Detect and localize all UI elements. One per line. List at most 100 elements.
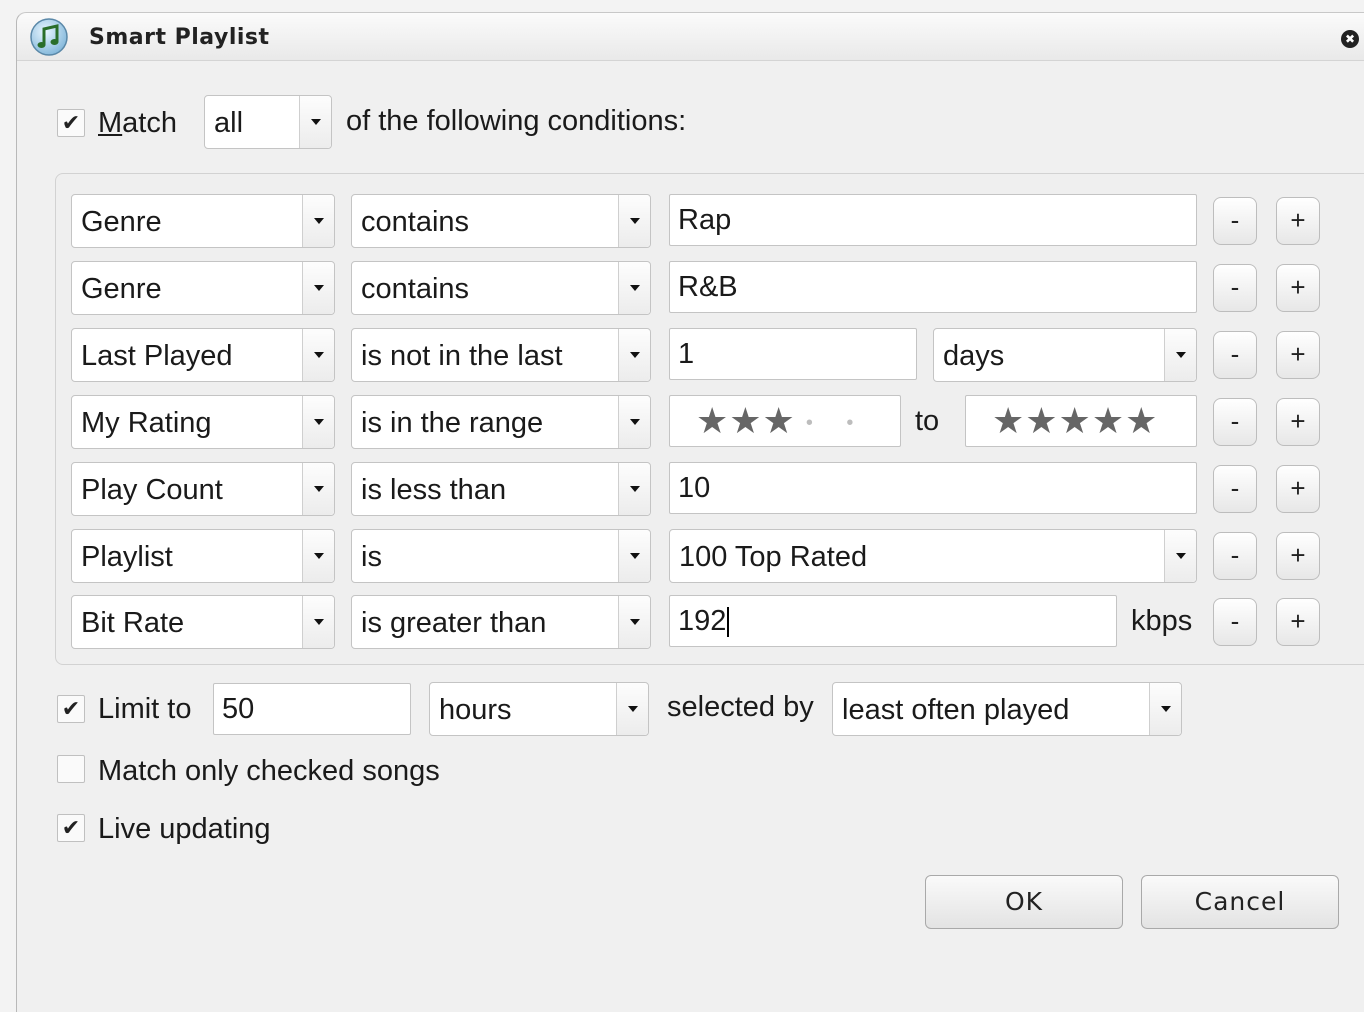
rule-unit-select[interactable]: days (933, 328, 1197, 382)
chevron-down-icon[interactable] (302, 195, 334, 247)
ok-button[interactable]: OK (925, 875, 1123, 929)
selected-by-select[interactable]: least often played (832, 682, 1182, 736)
chevron-down-icon[interactable] (618, 596, 650, 648)
rating-to-stars: ★★★★★ (992, 400, 1159, 441)
chevron-down-icon[interactable] (1149, 683, 1181, 735)
window-title: Smart Playlist (89, 25, 270, 50)
match-suffix-label: of the following conditions: (346, 105, 687, 137)
itunes-app-icon (30, 18, 68, 56)
chevron-down-icon[interactable] (1164, 530, 1196, 582)
rating-to-input[interactable]: ★★★★★ (965, 395, 1197, 447)
rule-playlist-select[interactable]: 100 Top Rated (669, 529, 1197, 583)
remove-rule-button[interactable]: - (1213, 398, 1257, 446)
rule-value-input[interactable]: 1 (669, 328, 917, 380)
rule-operator-select[interactable]: contains (351, 194, 651, 248)
limit-unit-select[interactable]: hours (429, 682, 649, 736)
rule-field-select[interactable]: My Rating (71, 395, 335, 449)
match-label-accesskey: M (98, 107, 123, 139)
rule-operator-value: is greater than (361, 607, 547, 639)
chevron-down-icon[interactable] (302, 596, 334, 648)
rating-from-input[interactable]: ★★★ • • (669, 395, 901, 447)
live-updating-checkbox[interactable]: ✔ (57, 814, 85, 842)
rule-value-text: R&B (678, 271, 738, 303)
rule-operator-select[interactable]: is not in the last (351, 328, 651, 382)
remove-rule-button[interactable]: - (1213, 264, 1257, 312)
add-rule-button[interactable]: + (1276, 398, 1320, 446)
rule-operator-select[interactable]: is greater than (351, 595, 651, 649)
chevron-down-icon[interactable] (302, 396, 334, 448)
rule-operator-value: is less than (361, 474, 507, 506)
title-bar: Smart Playlist ✖ (17, 13, 1364, 61)
limit-label: Limit to (98, 693, 192, 725)
rule-operator-select[interactable]: is (351, 529, 651, 583)
add-rule-button[interactable]: + (1276, 331, 1320, 379)
rule-playlist-value: 100 Top Rated (679, 541, 868, 573)
add-rule-button[interactable]: + (1276, 197, 1320, 245)
chevron-down-icon[interactable] (618, 396, 650, 448)
rule-operator-value: is not in the last (361, 340, 563, 372)
rule-field-select[interactable]: Genre (71, 194, 335, 248)
add-rule-button[interactable]: + (1276, 264, 1320, 312)
limit-value-input[interactable]: 50 (213, 683, 411, 735)
chevron-down-icon[interactable] (618, 195, 650, 247)
range-to-label: to (915, 405, 940, 437)
limit-checkbox[interactable]: ✔ (57, 695, 85, 723)
chevron-down-icon[interactable] (616, 683, 648, 735)
rule-field-select[interactable]: Genre (71, 261, 335, 315)
add-rule-button[interactable]: + (1276, 532, 1320, 580)
limit-value-text: 50 (222, 693, 255, 725)
match-checkbox[interactable]: ✔ (57, 109, 85, 137)
rule-field-value: My Rating (81, 407, 212, 439)
kbps-unit-label: kbps (1131, 605, 1193, 637)
chevron-down-icon[interactable] (618, 530, 650, 582)
rule-field-value: Genre (81, 273, 162, 305)
rule-operator-select[interactable]: contains (351, 261, 651, 315)
rule-value-input[interactable]: R&B (669, 261, 1197, 313)
chevron-down-icon[interactable] (302, 329, 334, 381)
rule-operator-value: is (361, 541, 382, 573)
rule-field-select[interactable]: Playlist (71, 529, 335, 583)
rule-field-value: Last Played (81, 340, 233, 372)
close-icon[interactable]: ✖ (1341, 30, 1359, 48)
remove-rule-button[interactable]: - (1213, 331, 1257, 379)
rule-field-value: Play Count (81, 474, 223, 506)
match-label: Match (98, 107, 177, 140)
chevron-down-icon[interactable] (302, 530, 334, 582)
match-mode-select[interactable]: all (204, 95, 332, 149)
rule-value-text: 192 (678, 596, 730, 646)
rule-field-select[interactable]: Bit Rate (71, 595, 335, 649)
rule-operator-value: is in the range (361, 407, 544, 439)
chevron-down-icon[interactable] (299, 96, 331, 148)
rule-value-text: 10 (678, 472, 711, 504)
remove-rule-button[interactable]: - (1213, 465, 1257, 513)
chevron-down-icon[interactable] (618, 262, 650, 314)
chevron-down-icon[interactable] (302, 463, 334, 515)
cancel-button[interactable]: Cancel (1141, 875, 1339, 929)
rule-field-select[interactable]: Play Count (71, 462, 335, 516)
rule-value-input[interactable]: 10 (669, 462, 1197, 514)
chevron-down-icon[interactable] (618, 329, 650, 381)
limit-unit-value: hours (439, 694, 512, 726)
rule-value-input[interactable]: 192 (669, 595, 1117, 647)
rule-operator-select[interactable]: is less than (351, 462, 651, 516)
match-checked-songs-label: Match only checked songs (98, 755, 440, 787)
remove-rule-button[interactable]: - (1213, 598, 1257, 646)
add-rule-button[interactable]: + (1276, 465, 1320, 513)
rule-value-text: Rap (678, 204, 732, 236)
rule-operator-select[interactable]: is in the range (351, 395, 651, 449)
match-checked-songs-checkbox[interactable] (57, 755, 85, 783)
chevron-down-icon[interactable] (302, 262, 334, 314)
add-rule-button[interactable]: + (1276, 598, 1320, 646)
star-icon: ★★★ (696, 400, 796, 441)
rule-value-input[interactable]: Rap (669, 194, 1197, 246)
live-updating-label: Live updating (98, 813, 271, 845)
rule-field-value: Genre (81, 206, 162, 238)
smart-playlist-dialog: Smart Playlist ✖ ✔ Match all of the foll… (16, 12, 1364, 1012)
remove-rule-button[interactable]: - (1213, 197, 1257, 245)
rule-unit-value: days (943, 340, 1005, 372)
remove-rule-button[interactable]: - (1213, 532, 1257, 580)
rule-field-select[interactable]: Last Played (71, 328, 335, 382)
chevron-down-icon[interactable] (1164, 329, 1196, 381)
chevron-down-icon[interactable] (618, 463, 650, 515)
rule-operator-value: contains (361, 206, 470, 238)
